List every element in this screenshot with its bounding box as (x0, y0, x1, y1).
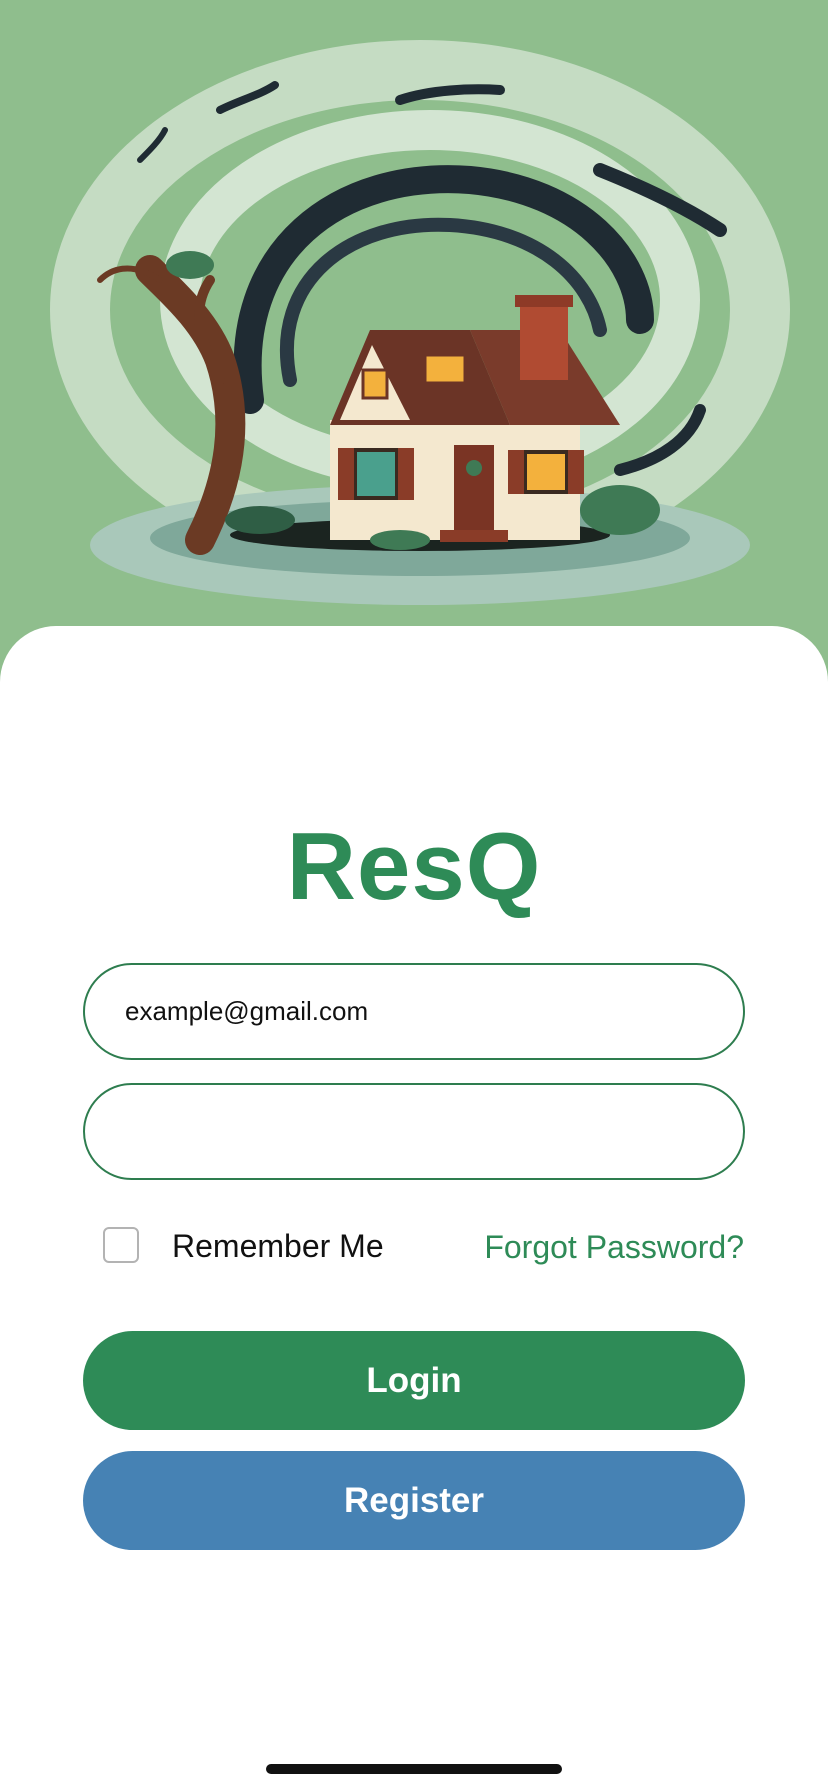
remember-me-checkbox[interactable] (103, 1227, 139, 1263)
home-indicator[interactable] (266, 1764, 562, 1774)
register-button[interactable]: Register (83, 1451, 745, 1550)
password-input[interactable] (125, 1085, 705, 1178)
storm-house-illustration (50, 40, 790, 605)
remember-me-label[interactable]: Remember Me (172, 1226, 384, 1266)
login-card (0, 626, 828, 1792)
email-field[interactable] (83, 963, 745, 1060)
forgot-password-link[interactable]: Forgot Password? (484, 1227, 744, 1267)
login-button[interactable]: Login (83, 1331, 745, 1430)
app-title: ResQ (286, 813, 542, 920)
hero-illustration (0, 0, 828, 700)
password-field[interactable] (83, 1083, 745, 1180)
email-input[interactable] (125, 965, 705, 1058)
